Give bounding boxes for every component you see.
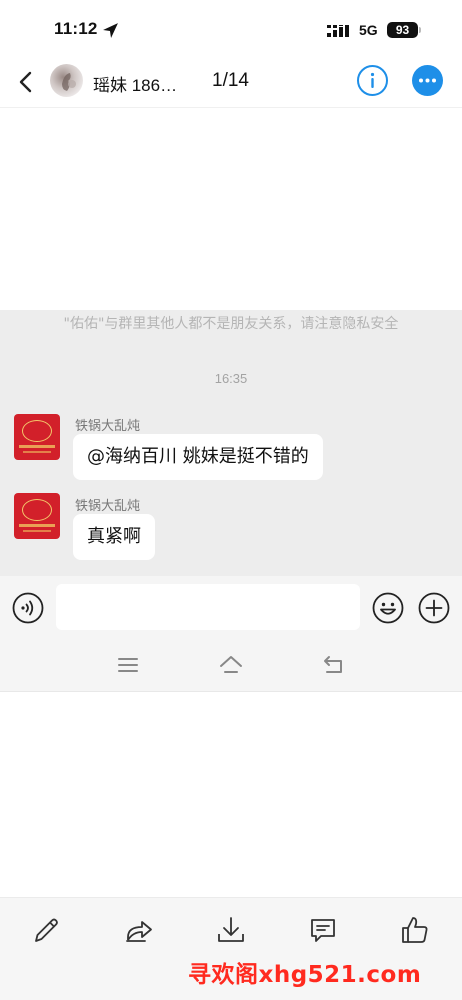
network-type: 5G <box>359 22 378 38</box>
emoji-icon[interactable] <box>372 592 404 624</box>
nav-bar: 瑶妹 186… 1/14 <box>0 58 462 108</box>
chat-area[interactable]: "佑佑"与群里其他人都不是朋友关系，请注意隐私安全 16:35 铁锅大乱炖 @海… <box>0 310 462 576</box>
location-arrow-icon <box>103 23 118 38</box>
avatar-photo-icon <box>62 73 76 91</box>
home-icon[interactable] <box>218 652 244 678</box>
message-timestamp: 16:35 <box>214 371 248 386</box>
battery-level: 93 <box>387 22 418 38</box>
message-input[interactable] <box>56 584 360 630</box>
status-bar: 11:12 5G 93 <box>0 0 462 58</box>
signal-icon <box>327 25 349 37</box>
page-counter: 1/14 <box>212 70 249 91</box>
privacy-notice: "佑佑"与群里其他人都不是朋友关系，请注意隐私安全 <box>63 316 399 332</box>
input-bar <box>0 576 462 638</box>
watermark-text: 寻欢阁xhg521.com <box>188 962 422 988</box>
share-icon[interactable] <box>123 914 155 946</box>
message-bubble[interactable]: 真紧啊 <box>73 514 155 560</box>
sender-avatar[interactable] <box>14 414 60 460</box>
avatar[interactable] <box>50 64 83 97</box>
status-time: 11:12 <box>54 19 98 38</box>
conversation-title[interactable]: 瑶妹 186… <box>93 71 177 96</box>
sender-avatar[interactable] <box>14 493 60 539</box>
plus-icon[interactable] <box>418 592 450 624</box>
back-chevron-icon[interactable] <box>12 68 40 96</box>
menu-icon[interactable] <box>115 652 141 678</box>
return-icon[interactable] <box>321 652 347 678</box>
info-button[interactable] <box>357 65 388 96</box>
thumbs-up-icon[interactable] <box>399 914 431 946</box>
battery-tip <box>419 27 421 33</box>
info-icon <box>370 72 375 88</box>
more-icon <box>419 78 436 83</box>
sender-name: 铁锅大乱炖 <box>75 499 141 514</box>
comment-icon[interactable] <box>307 914 339 946</box>
sender-name: 铁锅大乱炖 <box>75 419 141 434</box>
message-bubble[interactable]: @海纳百川 姚妹是挺不错的 <box>73 434 323 480</box>
download-icon[interactable] <box>215 914 247 946</box>
voice-icon[interactable] <box>12 592 44 624</box>
more-button[interactable] <box>412 65 443 96</box>
pencil-icon[interactable] <box>31 914 63 946</box>
system-nav-bar <box>0 638 462 692</box>
